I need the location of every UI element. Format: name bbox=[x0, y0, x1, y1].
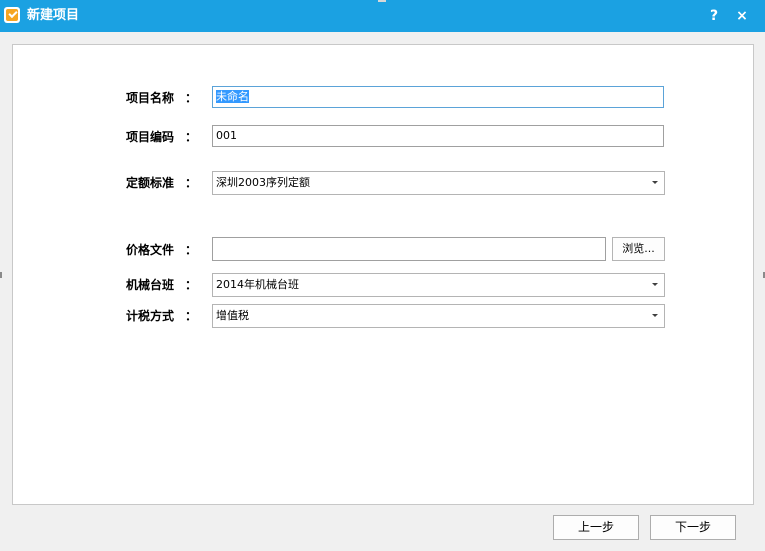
chevron-down-icon bbox=[652, 181, 658, 184]
price-file-colon: ： bbox=[185, 243, 198, 257]
project-name-value: 未命名 bbox=[216, 90, 249, 103]
window-title: 新建项目 bbox=[27, 8, 80, 23]
quota-standard-colon: ： bbox=[185, 176, 198, 190]
help-button[interactable]: ? bbox=[704, 6, 724, 26]
machine-shift-select[interactable]: 2014年机械台班 bbox=[212, 273, 665, 297]
resize-grip-left[interactable] bbox=[0, 272, 2, 278]
title-bar: 新建项目 ? × bbox=[0, 0, 765, 32]
quota-standard-select[interactable]: 深圳2003序列定额 bbox=[212, 171, 665, 195]
next-step-button[interactable]: 下一步 bbox=[650, 515, 736, 540]
chevron-down-icon bbox=[652, 283, 658, 286]
tax-method-value: 增值税 bbox=[216, 309, 249, 322]
project-code-input[interactable]: 001 bbox=[212, 125, 664, 147]
project-name-input[interactable]: 未命名 bbox=[212, 86, 664, 108]
machine-shift-value: 2014年机械台班 bbox=[216, 278, 299, 291]
project-code-value: 001 bbox=[216, 129, 237, 142]
previous-step-button[interactable]: 上一步 bbox=[553, 515, 639, 540]
tax-method-colon: ： bbox=[185, 309, 198, 323]
app-logo-icon bbox=[4, 7, 20, 23]
quota-standard-value: 深圳2003序列定额 bbox=[216, 176, 310, 189]
close-button[interactable]: × bbox=[732, 6, 752, 26]
price-file-input[interactable] bbox=[212, 237, 606, 261]
resize-grip-top[interactable] bbox=[378, 0, 386, 2]
tax-method-select[interactable]: 增值税 bbox=[212, 304, 665, 328]
machine-shift-colon: ： bbox=[185, 278, 198, 292]
project-code-colon: ： bbox=[185, 130, 198, 144]
chevron-down-icon bbox=[652, 314, 658, 317]
project-name-colon: ： bbox=[185, 91, 198, 105]
browse-button[interactable]: 浏览... bbox=[612, 237, 665, 261]
